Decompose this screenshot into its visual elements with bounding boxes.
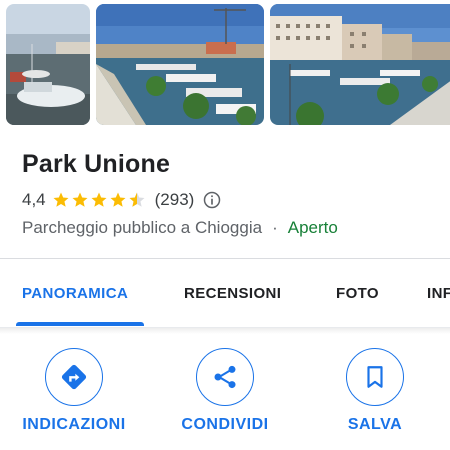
rating-value: 4,4 [22, 190, 46, 209]
share-button[interactable]: CONDIVIDI [155, 348, 295, 434]
half-star-icon [129, 192, 145, 207]
save-label: SALVA [347, 416, 403, 433]
separator-dot: · [272, 218, 278, 237]
waterfront-buildings-photo[interactable] [270, 4, 450, 125]
active-tab-indicator [16, 322, 144, 326]
save-button-circle[interactable] [346, 348, 404, 406]
share-icon [214, 365, 236, 389]
open-status: Aperto [287, 218, 338, 237]
info-icon[interactable] [202, 190, 222, 210]
tab-about[interactable]: INF [427, 285, 450, 302]
tab-overview[interactable]: PANORAMICA [22, 285, 128, 302]
star-icon [53, 192, 69, 207]
tab-bar: PANORAMICA RECENSIONI FOTO INF [0, 259, 450, 327]
place-title: Park Unione [22, 150, 171, 178]
canal-marina-photo[interactable] [96, 4, 264, 125]
tab-bar-shadow [0, 328, 450, 334]
share-label: CONDIVIDI [181, 416, 269, 433]
place-category: Parcheggio pubblico a Chioggia [22, 218, 263, 237]
bookmark-icon [367, 366, 383, 388]
category-row: Parcheggio pubblico a Chioggia · Aperto [22, 216, 338, 240]
share-button-circle[interactable] [196, 348, 254, 406]
directions-icon [61, 364, 87, 390]
star-icon [72, 192, 88, 207]
save-button[interactable]: SALVA [305, 348, 445, 434]
photo-carousel[interactable] [0, 0, 450, 126]
tab-reviews[interactable]: RECENSIONI [184, 285, 281, 302]
tab-photos[interactable]: FOTO [336, 285, 379, 302]
boats-harbor-photo[interactable] [6, 4, 90, 125]
rating-row[interactable]: 4,4 (293) [22, 188, 222, 212]
star-icon [110, 192, 126, 207]
directions-button-circle[interactable] [45, 348, 103, 406]
directions-label: INDICAZIONI [22, 416, 126, 433]
review-count[interactable]: (293) [155, 190, 195, 210]
directions-button[interactable]: INDICAZIONI [4, 348, 144, 434]
star-rating [52, 191, 147, 209]
star-icon [91, 192, 107, 207]
